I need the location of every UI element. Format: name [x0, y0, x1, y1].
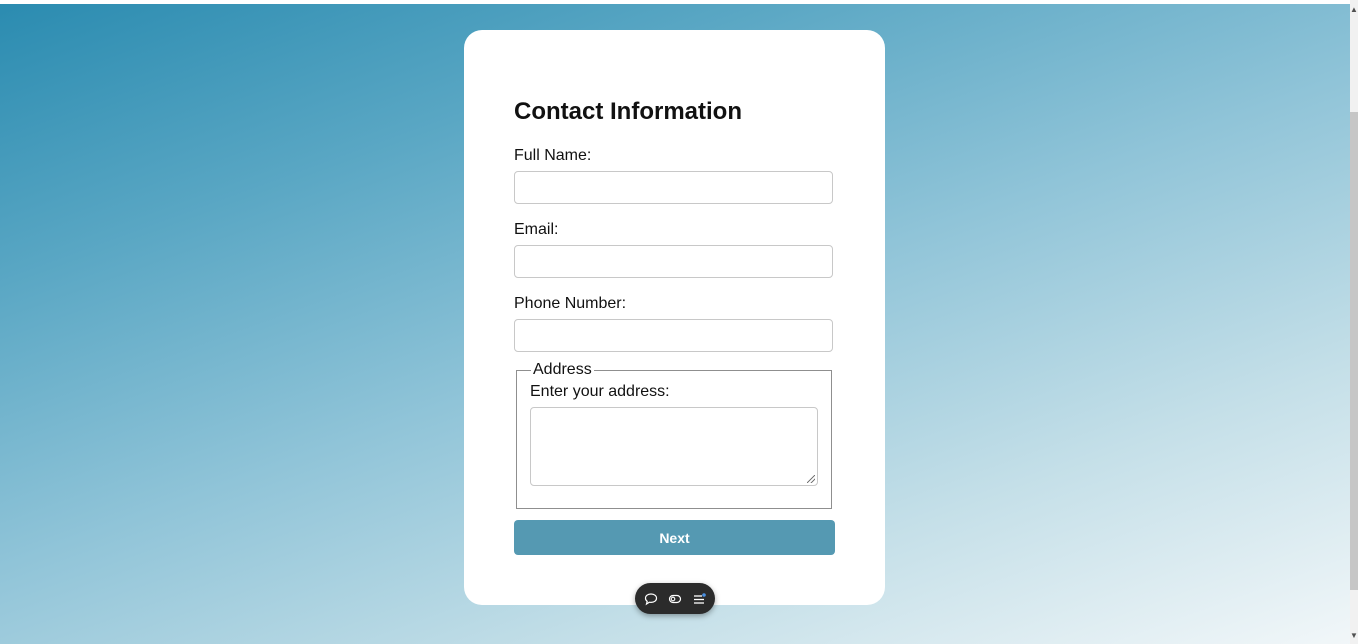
contact-form-card: Contact Information Full Name: Email: Ph… [464, 30, 885, 605]
full-name-label: Full Name: [514, 147, 592, 164]
scroll-up-arrow-icon[interactable]: ▲ [1350, 4, 1358, 16]
toggle-icon[interactable] [667, 591, 683, 607]
floating-toolbar [635, 583, 715, 614]
vertical-scrollbar[interactable]: ▲ ▼ [1350, 0, 1358, 644]
top-strip [0, 0, 1350, 4]
full-name-input[interactable] [514, 171, 833, 204]
email-label: Email: [514, 221, 559, 238]
phone-number-input[interactable] [514, 319, 833, 352]
phone-number-label: Phone Number: [514, 295, 627, 312]
chat-bubble-icon[interactable] [643, 591, 659, 607]
scrollbar-thumb[interactable] [1350, 112, 1358, 590]
next-button[interactable]: Next [514, 520, 835, 555]
address-label: Enter your address: [530, 383, 670, 400]
email-input[interactable] [514, 245, 833, 278]
menu-list-icon[interactable] [691, 591, 707, 607]
address-textarea[interactable] [530, 407, 818, 486]
address-fieldset: Address Enter your address: [516, 361, 832, 509]
form-title: Contact Information [514, 98, 742, 125]
address-legend: Address [531, 361, 594, 379]
resize-grip-icon[interactable] [807, 475, 815, 483]
scroll-down-arrow-icon[interactable]: ▼ [1350, 630, 1358, 642]
